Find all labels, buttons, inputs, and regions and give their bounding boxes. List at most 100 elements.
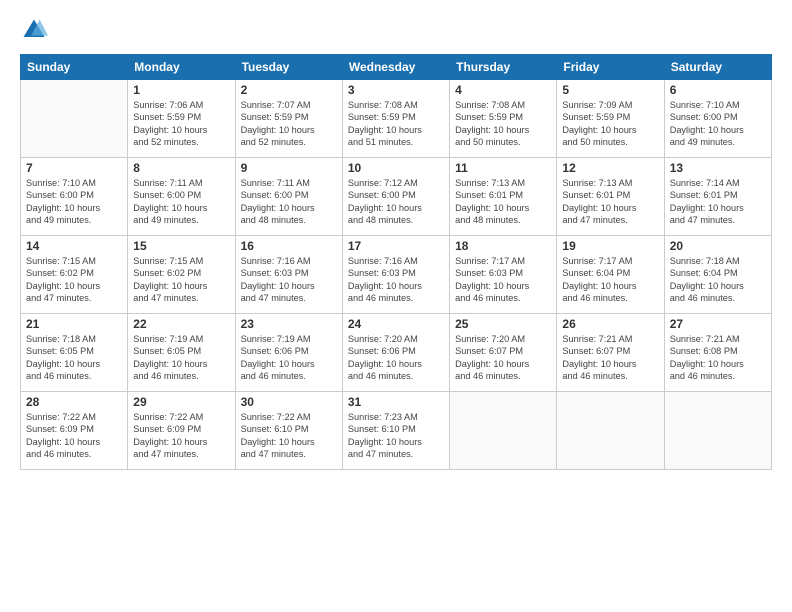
- day-number: 12: [562, 161, 658, 175]
- calendar-cell: 7 Sunrise: 7:10 AM Sunset: 6:00 PM Daylig…: [21, 158, 128, 236]
- day-info: Sunrise: 7:18 AM Sunset: 6:05 PM Dayligh…: [26, 333, 122, 383]
- calendar-cell: 6 Sunrise: 7:10 AM Sunset: 6:00 PM Daylig…: [664, 80, 771, 158]
- day-info: Sunrise: 7:15 AM Sunset: 6:02 PM Dayligh…: [133, 255, 229, 305]
- day-number: 15: [133, 239, 229, 253]
- logo: [20, 16, 50, 44]
- day-number: 10: [348, 161, 444, 175]
- calendar-cell: 19 Sunrise: 7:17 AM Sunset: 6:04 PM Dayli…: [557, 236, 664, 314]
- day-number: 6: [670, 83, 766, 97]
- day-number: 3: [348, 83, 444, 97]
- calendar-cell: 27Sunrise: 7:21 AM Sunset: 6:08 PM Dayli…: [664, 314, 771, 392]
- weekday-header-row: SundayMondayTuesdayWednesdayThursdayFrid…: [21, 55, 772, 80]
- weekday-header-thursday: Thursday: [450, 55, 557, 80]
- calendar-cell: 2 Sunrise: 7:07 AM Sunset: 5:59 PM Daylig…: [235, 80, 342, 158]
- day-number: 29: [133, 395, 229, 409]
- day-number: 26: [562, 317, 658, 331]
- calendar-cell: [450, 392, 557, 470]
- day-info: Sunrise: 7:11 AM Sunset: 6:00 PM Dayligh…: [133, 177, 229, 227]
- day-info: Sunrise: 7:16 AM Sunset: 6:03 PM Dayligh…: [241, 255, 337, 305]
- day-number: 22: [133, 317, 229, 331]
- calendar-cell: [21, 80, 128, 158]
- day-number: 31: [348, 395, 444, 409]
- calendar-cell: 9Sunrise: 7:11 AM Sunset: 6:00 PM Daylig…: [235, 158, 342, 236]
- calendar-cell: 20 Sunrise: 7:18 AM Sunset: 6:04 PM Dayli…: [664, 236, 771, 314]
- calendar-cell: 31Sunrise: 7:23 AM Sunset: 6:10 PM Dayli…: [342, 392, 449, 470]
- calendar-week-5: 28 Sunrise: 7:22 AM Sunset: 6:09 PM Dayli…: [21, 392, 772, 470]
- day-number: 14: [26, 239, 122, 253]
- day-info: Sunrise: 7:11 AM Sunset: 6:00 PM Dayligh…: [241, 177, 337, 227]
- day-info: Sunrise: 7:20 AM Sunset: 6:07 PM Dayligh…: [455, 333, 551, 383]
- weekday-header-saturday: Saturday: [664, 55, 771, 80]
- day-info: Sunrise: 7:18 AM Sunset: 6:04 PM Dayligh…: [670, 255, 766, 305]
- day-info: Sunrise: 7:19 AM Sunset: 6:05 PM Dayligh…: [133, 333, 229, 383]
- day-number: 13: [670, 161, 766, 175]
- weekday-header-wednesday: Wednesday: [342, 55, 449, 80]
- day-number: 24: [348, 317, 444, 331]
- calendar-week-3: 14 Sunrise: 7:15 AM Sunset: 6:02 PM Dayli…: [21, 236, 772, 314]
- calendar-cell: 17 Sunrise: 7:16 AM Sunset: 6:03 PM Dayli…: [342, 236, 449, 314]
- calendar-week-2: 7 Sunrise: 7:10 AM Sunset: 6:00 PM Daylig…: [21, 158, 772, 236]
- calendar-cell: [664, 392, 771, 470]
- calendar-cell: 14 Sunrise: 7:15 AM Sunset: 6:02 PM Dayli…: [21, 236, 128, 314]
- day-number: 28: [26, 395, 122, 409]
- day-info: Sunrise: 7:12 AM Sunset: 6:00 PM Dayligh…: [348, 177, 444, 227]
- day-info: Sunrise: 7:22 AM Sunset: 6:09 PM Dayligh…: [133, 411, 229, 461]
- calendar-cell: 23Sunrise: 7:19 AM Sunset: 6:06 PM Dayli…: [235, 314, 342, 392]
- day-number: 30: [241, 395, 337, 409]
- day-number: 4: [455, 83, 551, 97]
- day-info: Sunrise: 7:07 AM Sunset: 5:59 PM Dayligh…: [241, 99, 337, 149]
- day-number: 20: [670, 239, 766, 253]
- day-number: 5: [562, 83, 658, 97]
- day-number: 2: [241, 83, 337, 97]
- calendar-week-4: 21 Sunrise: 7:18 AM Sunset: 6:05 PM Dayli…: [21, 314, 772, 392]
- day-number: 27: [670, 317, 766, 331]
- day-info: Sunrise: 7:16 AM Sunset: 6:03 PM Dayligh…: [348, 255, 444, 305]
- day-info: Sunrise: 7:22 AM Sunset: 6:10 PM Dayligh…: [241, 411, 337, 461]
- day-number: 11: [455, 161, 551, 175]
- weekday-header-sunday: Sunday: [21, 55, 128, 80]
- calendar-cell: [557, 392, 664, 470]
- weekday-header-friday: Friday: [557, 55, 664, 80]
- day-number: 21: [26, 317, 122, 331]
- calendar-cell: 18 Sunrise: 7:17 AM Sunset: 6:03 PM Dayli…: [450, 236, 557, 314]
- day-info: Sunrise: 7:22 AM Sunset: 6:09 PM Dayligh…: [26, 411, 122, 461]
- day-info: Sunrise: 7:09 AM Sunset: 5:59 PM Dayligh…: [562, 99, 658, 149]
- calendar-cell: 13Sunrise: 7:14 AM Sunset: 6:01 PM Dayli…: [664, 158, 771, 236]
- calendar-cell: 1Sunrise: 7:06 AM Sunset: 5:59 PM Daylig…: [128, 80, 235, 158]
- calendar-cell: 25 Sunrise: 7:20 AM Sunset: 6:07 PM Dayli…: [450, 314, 557, 392]
- calendar-cell: 16 Sunrise: 7:16 AM Sunset: 6:03 PM Dayli…: [235, 236, 342, 314]
- day-info: Sunrise: 7:17 AM Sunset: 6:03 PM Dayligh…: [455, 255, 551, 305]
- calendar-cell: 3Sunrise: 7:08 AM Sunset: 5:59 PM Daylig…: [342, 80, 449, 158]
- calendar-cell: 8 Sunrise: 7:11 AM Sunset: 6:00 PM Daylig…: [128, 158, 235, 236]
- day-info: Sunrise: 7:06 AM Sunset: 5:59 PM Dayligh…: [133, 99, 229, 149]
- day-info: Sunrise: 7:10 AM Sunset: 6:00 PM Dayligh…: [26, 177, 122, 227]
- day-number: 16: [241, 239, 337, 253]
- calendar-cell: 29 Sunrise: 7:22 AM Sunset: 6:09 PM Dayli…: [128, 392, 235, 470]
- calendar-cell: 5 Sunrise: 7:09 AM Sunset: 5:59 PM Daylig…: [557, 80, 664, 158]
- calendar-cell: 4 Sunrise: 7:08 AM Sunset: 5:59 PM Daylig…: [450, 80, 557, 158]
- day-number: 19: [562, 239, 658, 253]
- calendar-cell: 22 Sunrise: 7:19 AM Sunset: 6:05 PM Dayli…: [128, 314, 235, 392]
- day-number: 8: [133, 161, 229, 175]
- calendar-cell: 21 Sunrise: 7:18 AM Sunset: 6:05 PM Dayli…: [21, 314, 128, 392]
- day-number: 25: [455, 317, 551, 331]
- calendar-cell: 12Sunrise: 7:13 AM Sunset: 6:01 PM Dayli…: [557, 158, 664, 236]
- weekday-header-monday: Monday: [128, 55, 235, 80]
- day-info: Sunrise: 7:15 AM Sunset: 6:02 PM Dayligh…: [26, 255, 122, 305]
- day-info: Sunrise: 7:08 AM Sunset: 5:59 PM Dayligh…: [455, 99, 551, 149]
- calendar-cell: 11 Sunrise: 7:13 AM Sunset: 6:01 PM Dayli…: [450, 158, 557, 236]
- calendar-table: SundayMondayTuesdayWednesdayThursdayFrid…: [20, 54, 772, 470]
- day-number: 7: [26, 161, 122, 175]
- day-number: 23: [241, 317, 337, 331]
- day-info: Sunrise: 7:13 AM Sunset: 6:01 PM Dayligh…: [455, 177, 551, 227]
- day-info: Sunrise: 7:21 AM Sunset: 6:07 PM Dayligh…: [562, 333, 658, 383]
- logo-icon: [20, 16, 48, 44]
- weekday-header-tuesday: Tuesday: [235, 55, 342, 80]
- calendar-cell: 24Sunrise: 7:20 AM Sunset: 6:06 PM Dayli…: [342, 314, 449, 392]
- day-info: Sunrise: 7:17 AM Sunset: 6:04 PM Dayligh…: [562, 255, 658, 305]
- day-info: Sunrise: 7:10 AM Sunset: 6:00 PM Dayligh…: [670, 99, 766, 149]
- calendar-cell: 15 Sunrise: 7:15 AM Sunset: 6:02 PM Dayli…: [128, 236, 235, 314]
- day-number: 17: [348, 239, 444, 253]
- day-number: 18: [455, 239, 551, 253]
- calendar-cell: 10 Sunrise: 7:12 AM Sunset: 6:00 PM Dayli…: [342, 158, 449, 236]
